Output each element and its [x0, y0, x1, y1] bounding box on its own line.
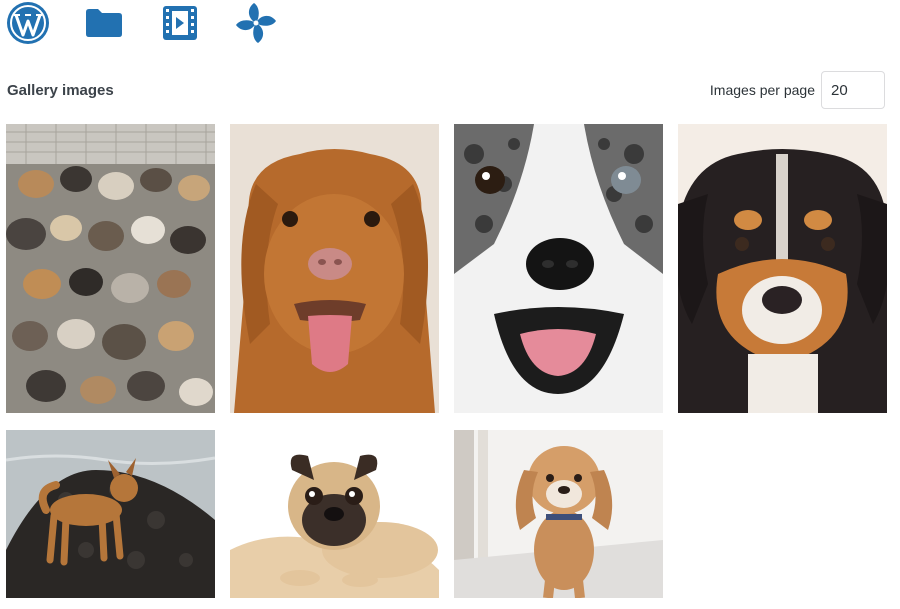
images-per-page-control: Images per page: [710, 71, 885, 109]
pinwheel-icon[interactable]: [233, 2, 279, 44]
gallery-title: Gallery images: [7, 82, 114, 99]
images-per-page-label: Images per page: [709, 82, 815, 98]
wordpress-logo-icon[interactable]: [5, 2, 51, 44]
gallery-image-pack-of-dogs[interactable]: [6, 124, 215, 413]
folder-icon[interactable]: [81, 2, 127, 44]
gallery-image-dog-on-rock[interactable]: [6, 430, 215, 598]
images-per-page-input[interactable]: [821, 71, 885, 109]
gallery-image-tricolor-puppy[interactable]: [678, 124, 887, 413]
gallery-image-pug[interactable]: [230, 430, 439, 598]
gallery-image-fluffy-puppy[interactable]: [454, 430, 663, 598]
gallery-image-golden-retriever[interactable]: [230, 124, 439, 413]
gallery-image-merle-dog[interactable]: [454, 124, 663, 413]
toolbar: [0, 0, 900, 50]
video-icon[interactable]: [157, 2, 203, 44]
